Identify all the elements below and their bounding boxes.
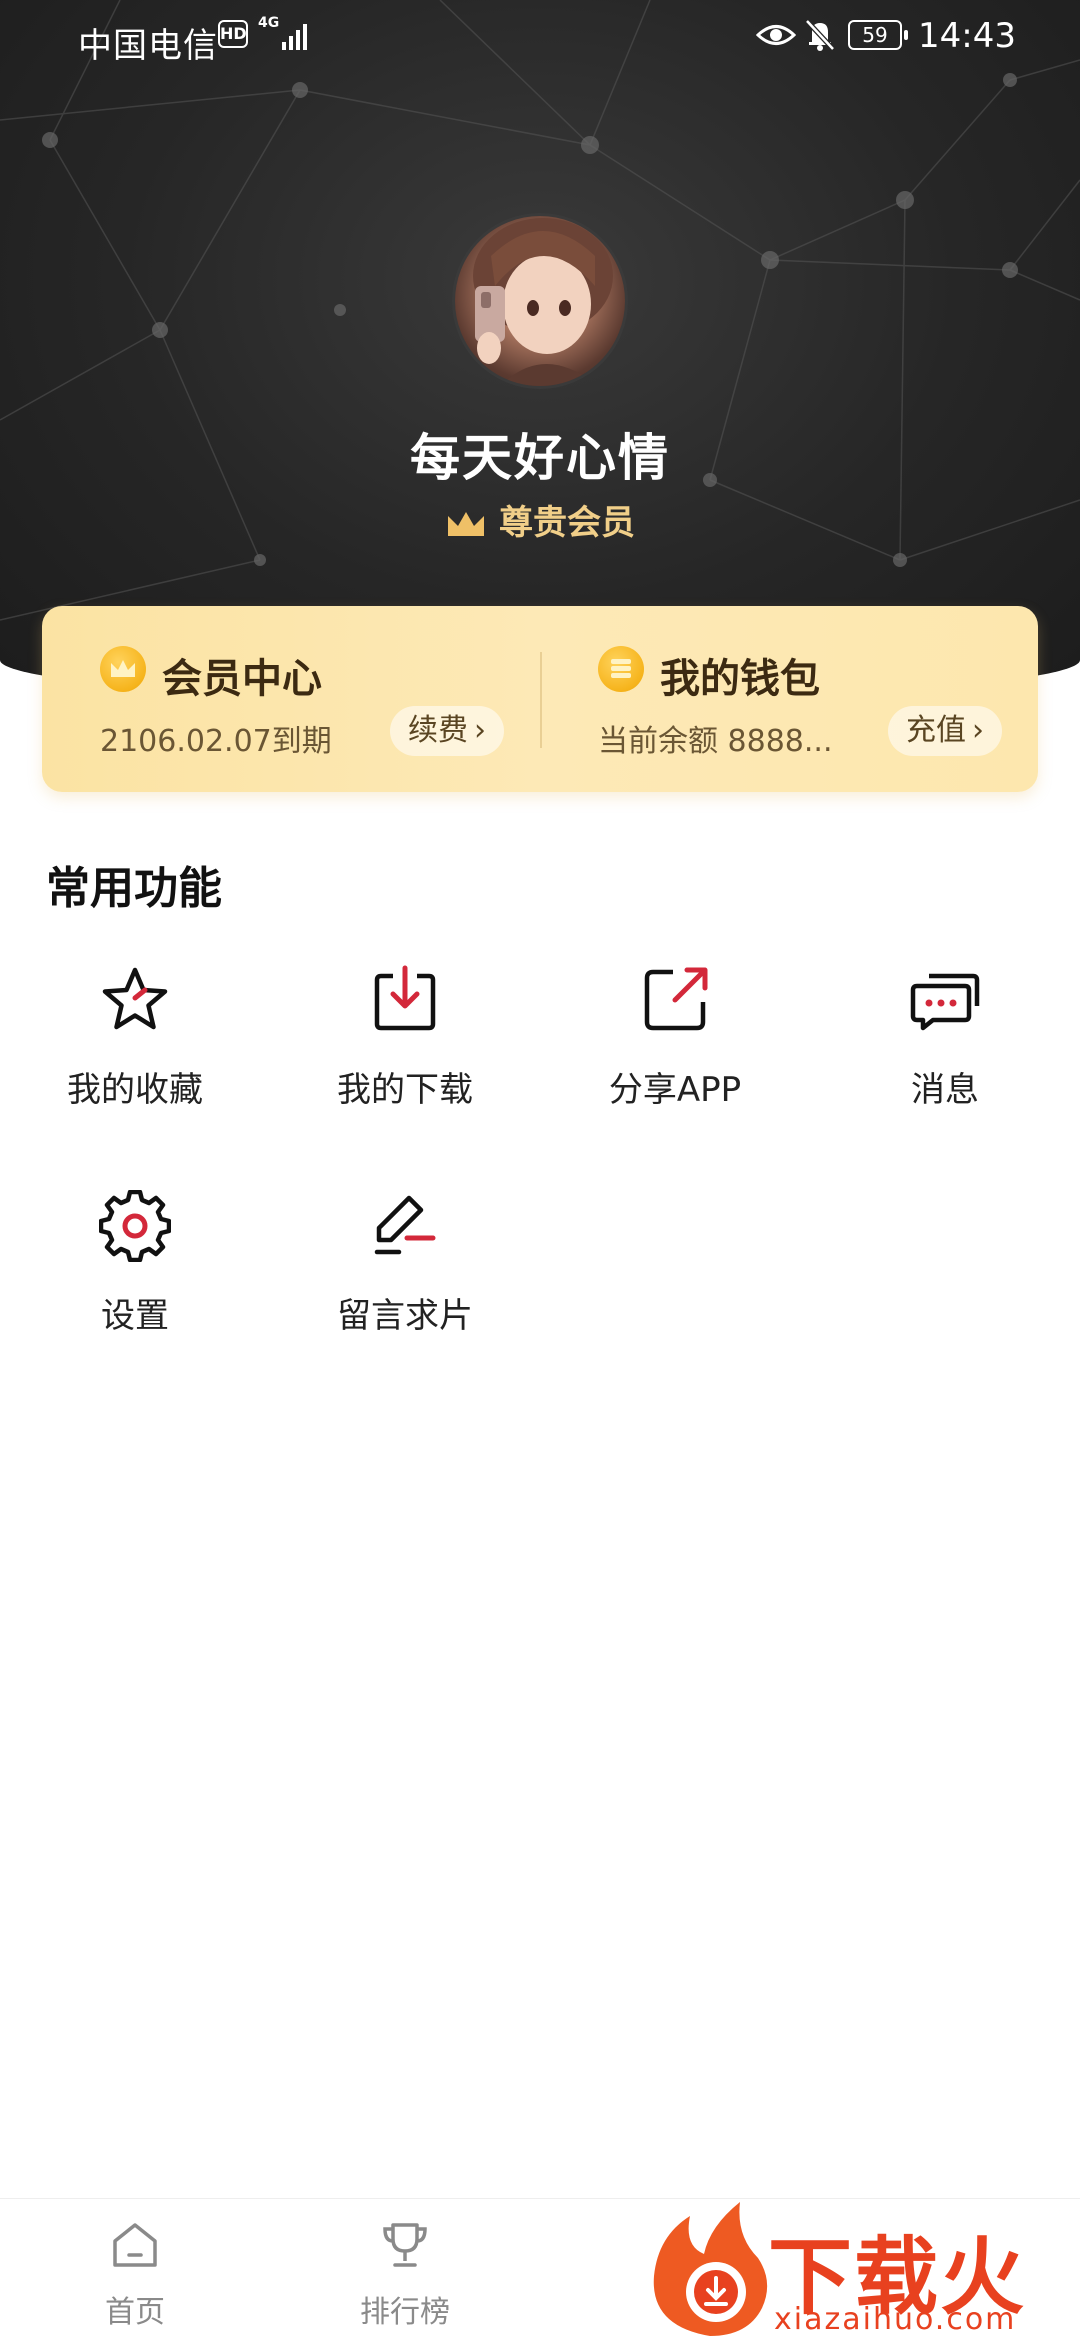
mute-bell-icon xyxy=(805,19,835,51)
username: 每天好心情 xyxy=(410,429,670,487)
trophy-icon xyxy=(383,2223,427,2267)
feature-favorites[interactable]: 我的收藏 xyxy=(0,964,270,1144)
clock: 14:43 xyxy=(918,16,1016,56)
carrier-name: 中国电信 xyxy=(78,26,218,66)
watermark-logo: 下载火 xiazaihuo.com xyxy=(640,2196,1080,2340)
watermark-url: xiazaihuo.com xyxy=(774,2302,1017,2337)
profile-header: 中国电信 HD 4G 59 14:43 每天好心情 尊贵会员 xyxy=(0,0,1080,700)
renew-button[interactable]: 续费 › xyxy=(390,706,504,756)
card-divider xyxy=(540,652,542,748)
feature-label: 消息 xyxy=(911,1070,979,1110)
feature-label: 我的收藏 xyxy=(67,1070,203,1110)
membership-wallet-card: 会员中心 2106.02.07到期 续费 › 我的钱包 当前余额 8888... … xyxy=(42,606,1038,792)
feature-downloads[interactable]: 我的下载 xyxy=(270,964,540,1144)
feature-settings[interactable]: 设置 xyxy=(0,1190,270,1370)
vip-badge: 尊贵会员 xyxy=(0,495,1080,544)
flame-logo-icon xyxy=(653,2202,768,2336)
crown-icon xyxy=(448,512,484,536)
chevron-right-icon: › xyxy=(972,713,984,748)
battery-indicator: 59 xyxy=(848,20,908,50)
feature-label: 设置 xyxy=(101,1296,169,1336)
recharge-button[interactable]: 充值 › xyxy=(888,706,1002,756)
wallet-coin-icon xyxy=(598,646,644,692)
feature-request-movie[interactable]: 留言求片 xyxy=(270,1190,540,1370)
member-center-title: 会员中心 xyxy=(162,656,322,702)
nav-ranking[interactable]: 排行榜 xyxy=(270,2199,540,2340)
nav-label: 首页 xyxy=(105,2295,165,2330)
eye-icon xyxy=(756,25,796,45)
renew-label: 续费 xyxy=(408,713,468,748)
member-expiry: 2106.02.07到期 xyxy=(100,724,332,759)
hd-badge: HD xyxy=(218,20,248,48)
home-icon xyxy=(113,2223,157,2267)
avatar-image xyxy=(473,218,613,386)
avatar[interactable] xyxy=(452,213,628,389)
gear-icon xyxy=(99,1190,171,1262)
nav-home[interactable]: 首页 xyxy=(0,2199,270,2340)
vip-label: 尊贵会员 xyxy=(499,503,635,543)
chevron-right-icon: › xyxy=(474,713,486,748)
share-icon xyxy=(644,967,708,1031)
star-icon xyxy=(102,967,168,1030)
feature-label: 留言求片 xyxy=(337,1296,473,1336)
wallet-balance: 当前余额 8888... xyxy=(598,724,833,759)
download-icon xyxy=(374,965,436,1031)
recharge-label: 充值 xyxy=(906,713,966,748)
feature-share-app[interactable]: 分享APP xyxy=(540,964,810,1144)
section-title: 常用功能 xyxy=(46,863,222,914)
feature-label: 我的下载 xyxy=(337,1070,473,1110)
feature-messages[interactable]: 消息 xyxy=(810,964,1080,1144)
message-icon xyxy=(910,973,980,1031)
edit-icon xyxy=(374,1195,436,1255)
crown-coin-icon xyxy=(100,646,146,692)
member-center-section[interactable]: 会员中心 2106.02.07到期 续费 › xyxy=(100,606,590,792)
wallet-section[interactable]: 我的钱包 当前余额 8888... 充值 › xyxy=(598,606,1080,792)
status-bar: 中国电信 HD 4G 59 14:43 xyxy=(0,0,1080,76)
signal-icon xyxy=(282,24,307,50)
network-type: 4G xyxy=(258,15,280,31)
feature-label: 分享APP xyxy=(608,1070,742,1110)
nav-label: 排行榜 xyxy=(360,2295,450,2330)
wallet-title: 我的钱包 xyxy=(660,656,820,702)
